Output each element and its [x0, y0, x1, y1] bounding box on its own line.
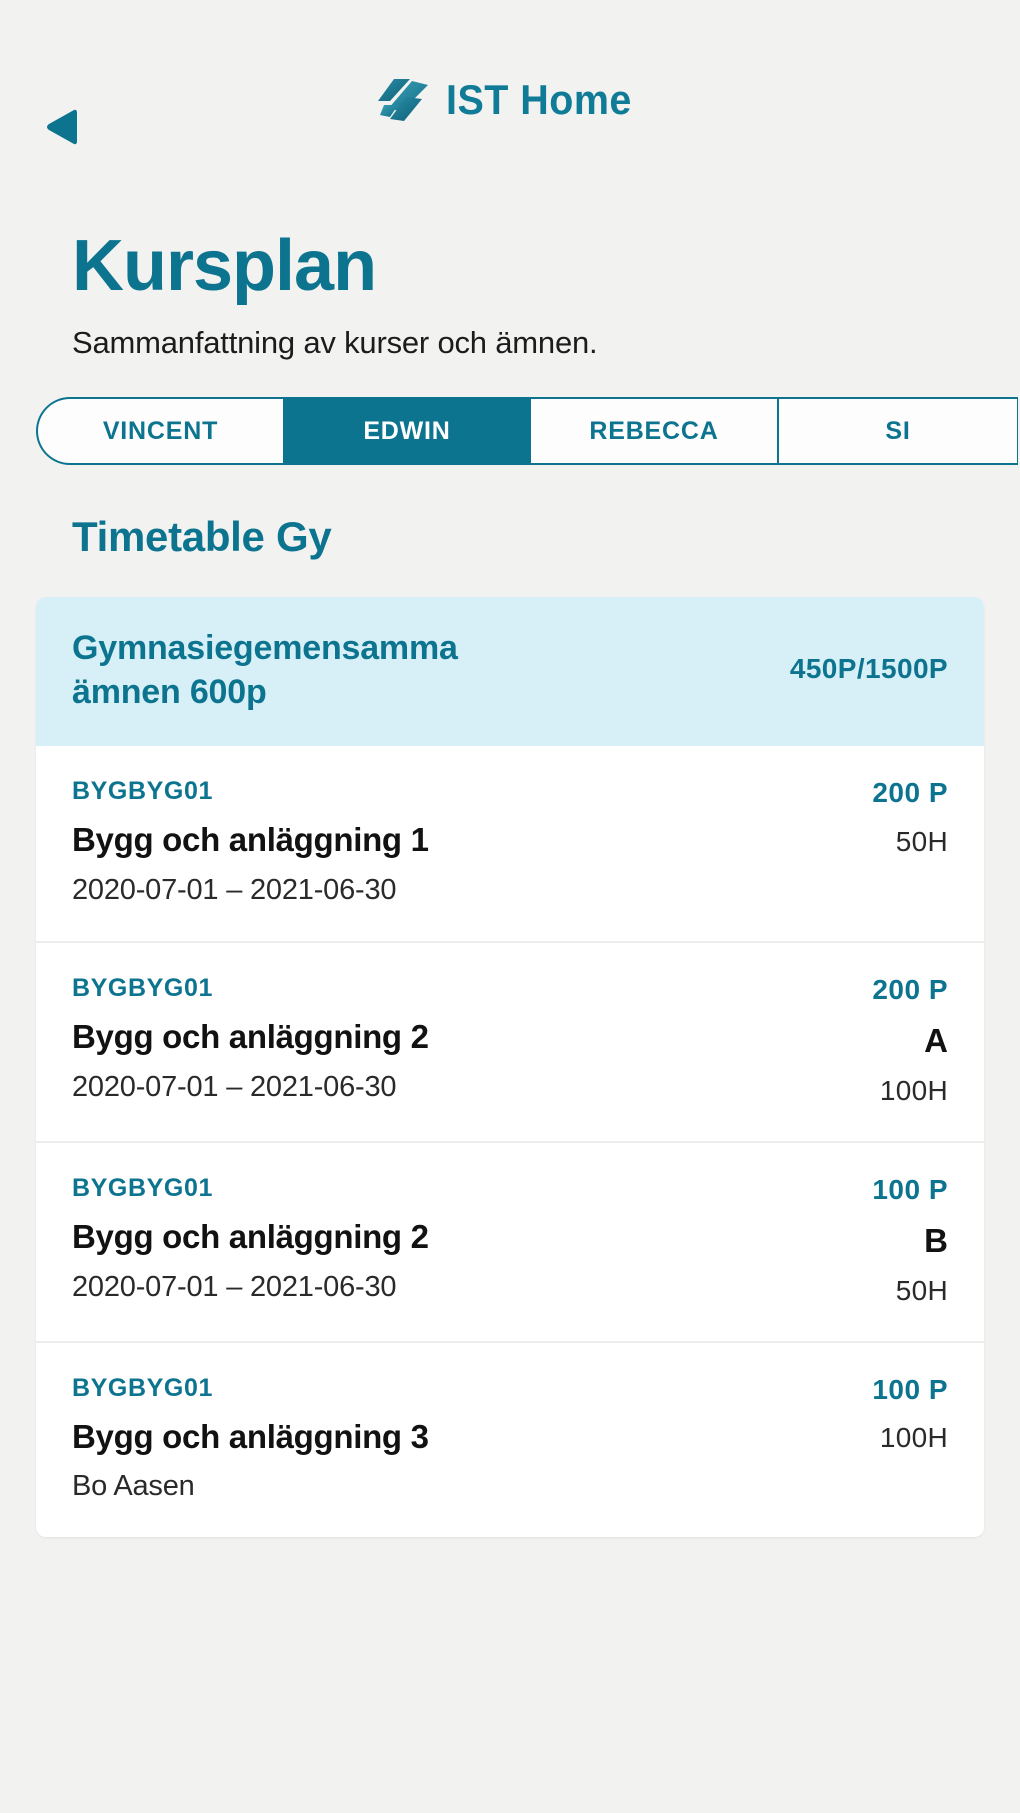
brand-name: IST Home	[446, 76, 632, 123]
tab-vincent[interactable]: VINCENT	[36, 397, 284, 466]
course-hours: 100H	[879, 1074, 948, 1106]
course-points: 200 P	[872, 777, 948, 809]
course-values: 100 P 100H	[872, 1373, 948, 1455]
student-tabs: VINCENT EDWIN REBECCA SI	[36, 397, 1020, 466]
course-code: BYGBYG01	[72, 974, 213, 1003]
course-points: 100 P	[872, 1173, 948, 1205]
back-arrow-icon	[44, 107, 78, 147]
course-meta: 2020-07-01 – 2021-06-30	[72, 1070, 397, 1103]
course-points: 100 P	[872, 1373, 948, 1405]
course-meta: Bo Aasen	[72, 1470, 195, 1503]
brand-lockup: IST Home	[376, 75, 644, 125]
course-card: Gymnasiegemensamma ämnen 600p 450P/1500P…	[36, 597, 984, 1538]
course-name: Bygg och anläggning 3	[72, 1417, 429, 1455]
course-grade: B	[924, 1221, 948, 1259]
section-heading: Timetable Gy	[72, 513, 332, 561]
course-meta: 2020-07-01 – 2021-06-30	[72, 874, 397, 907]
app-header: IST Home	[0, 0, 1020, 190]
back-button[interactable]	[38, 104, 84, 150]
course-card-points: 450P/1500P	[789, 653, 948, 685]
ist-logo-icon	[376, 75, 430, 125]
course-values: 200 P A 100H	[872, 973, 948, 1107]
course-values: 200 P 50H	[872, 776, 948, 858]
kursplan-page: IST Home Kursplan Sammanfattning av kurs…	[0, 0, 1020, 1813]
course-hours: 100H	[879, 1422, 948, 1454]
course-values: 100 P B 50H	[872, 1173, 948, 1307]
course-grade: A	[924, 1021, 948, 1059]
course-code: BYGBYG01	[72, 777, 213, 806]
course-name: Bygg och anläggning 1	[72, 821, 429, 859]
table-row[interactable]: BYGBYG01 Bygg och anläggning 1 2020-07-0…	[36, 746, 984, 944]
course-card-title: Gymnasiegemensamma ämnen 600p	[72, 629, 458, 711]
tab-rebecca[interactable]: REBECCA	[530, 397, 778, 466]
course-card-header: Gymnasiegemensamma ämnen 600p 450P/1500P	[36, 597, 984, 747]
course-hours: 50H	[895, 826, 948, 858]
page-title: Kursplan	[72, 226, 377, 306]
course-name: Bygg och anläggning 2	[72, 1217, 429, 1255]
page-subtitle: Sammanfattning av kurser och ämnen.	[72, 325, 598, 361]
table-row[interactable]: BYGBYG01 Bygg och anläggning 3 Bo Aasen …	[36, 1342, 984, 1538]
course-info: BYGBYG01 Bygg och anläggning 2 2020-07-0…	[72, 973, 429, 1104]
course-code: BYGBYG01	[72, 1373, 213, 1402]
course-info: BYGBYG01 Bygg och anläggning 2 2020-07-0…	[72, 1173, 429, 1304]
course-code: BYGBYG01	[72, 1173, 213, 1202]
tab-edwin[interactable]: EDWIN	[284, 397, 530, 466]
table-row[interactable]: BYGBYG01 Bygg och anläggning 2 2020-07-0…	[36, 943, 984, 1143]
course-info: BYGBYG01 Bygg och anläggning 3 Bo Aasen	[72, 1373, 429, 1504]
course-meta: 2020-07-01 – 2021-06-30	[72, 1270, 397, 1303]
course-points: 200 P	[872, 974, 948, 1006]
course-name: Bygg och anläggning 2	[72, 1018, 429, 1056]
course-hours: 50H	[895, 1274, 948, 1306]
course-info: BYGBYG01 Bygg och anläggning 1 2020-07-0…	[72, 776, 429, 907]
table-row[interactable]: BYGBYG01 Bygg och anläggning 2 2020-07-0…	[36, 1142, 984, 1343]
tab-si[interactable]: SI	[778, 397, 1018, 466]
page-title-block: Kursplan Sammanfattning av kurser och äm…	[0, 190, 1020, 361]
